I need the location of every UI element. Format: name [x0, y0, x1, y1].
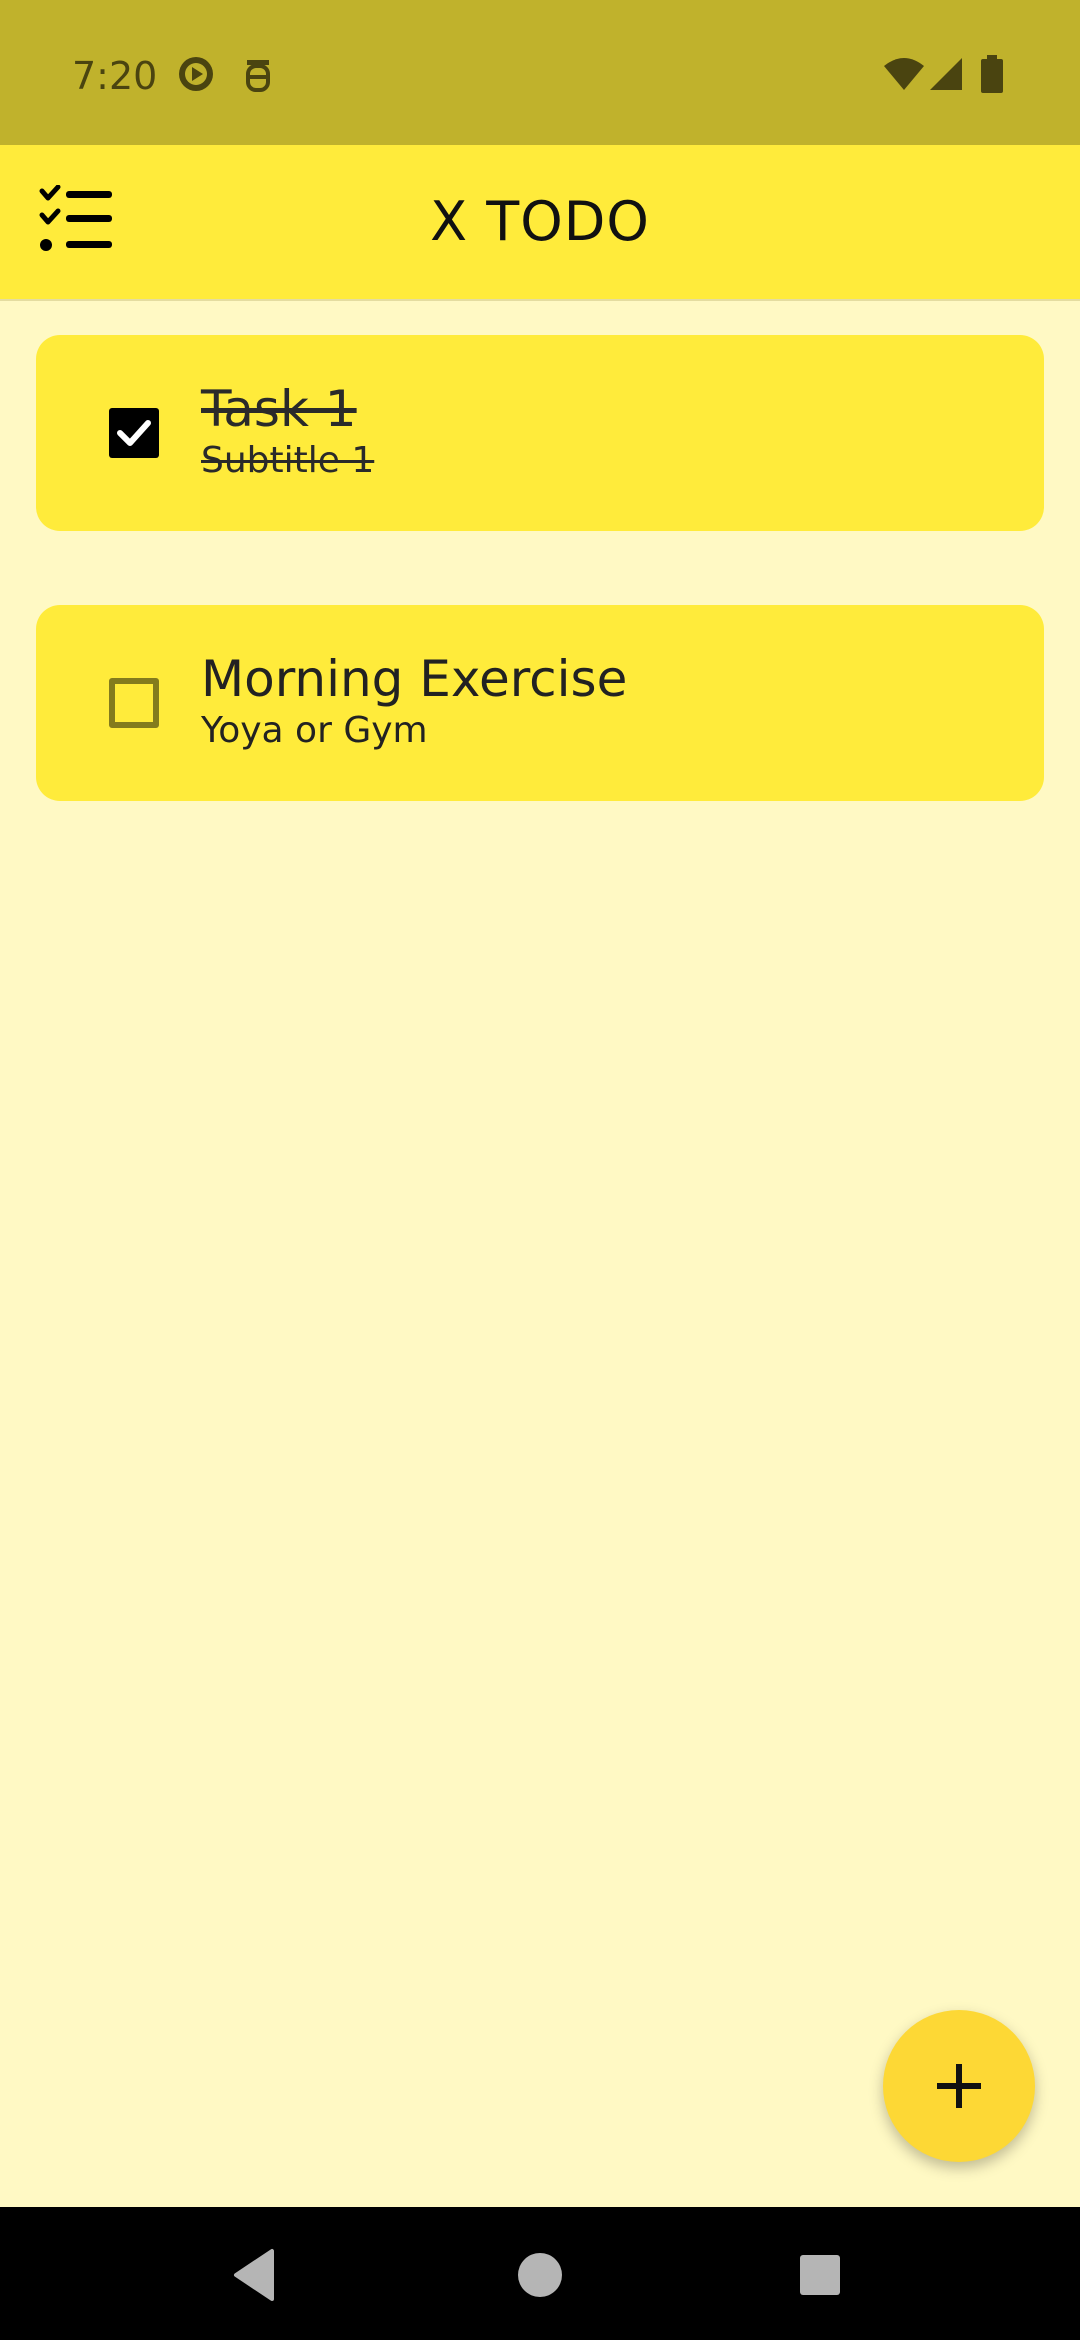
battery-icon — [978, 54, 1006, 94]
task-text: Task 1 Subtitle 1 — [201, 381, 1001, 485]
task-card[interactable]: Task 1 Subtitle 1 — [36, 335, 1044, 531]
task-subtitle: Yoya or Gym — [201, 710, 428, 751]
task-text: Morning Exercise Yoya or Gym — [201, 651, 1001, 755]
task-title: Morning Exercise — [201, 650, 628, 708]
recents-icon[interactable] — [788, 2243, 852, 2307]
task-checkbox-unchecked[interactable] — [109, 678, 159, 728]
add-task-button[interactable] — [883, 2010, 1035, 2162]
task-checkbox-checked[interactable] — [109, 408, 159, 458]
task-subtitle: Subtitle 1 — [201, 440, 375, 481]
status-bar: 7:20 — [0, 0, 1080, 145]
app-title: X TODO — [430, 190, 650, 253]
cellular-signal-icon — [926, 54, 966, 94]
wifi-icon — [882, 54, 926, 94]
back-icon[interactable] — [224, 2243, 288, 2307]
task-title: Task 1 — [201, 380, 357, 438]
bug-icon — [238, 54, 278, 94]
task-card[interactable]: Morning Exercise Yoya or Gym — [36, 605, 1044, 801]
app-bar: X TODO — [0, 145, 1080, 301]
plus-icon — [937, 2064, 981, 2108]
home-icon[interactable] — [508, 2243, 572, 2307]
checklist-icon[interactable] — [36, 185, 116, 259]
task-list: Task 1 Subtitle 1 Morning Exercise Yoya … — [36, 335, 1044, 875]
system-nav-bar — [0, 2207, 1080, 2340]
status-time: 7:20 — [72, 54, 158, 98]
play-circle-icon — [176, 54, 216, 94]
